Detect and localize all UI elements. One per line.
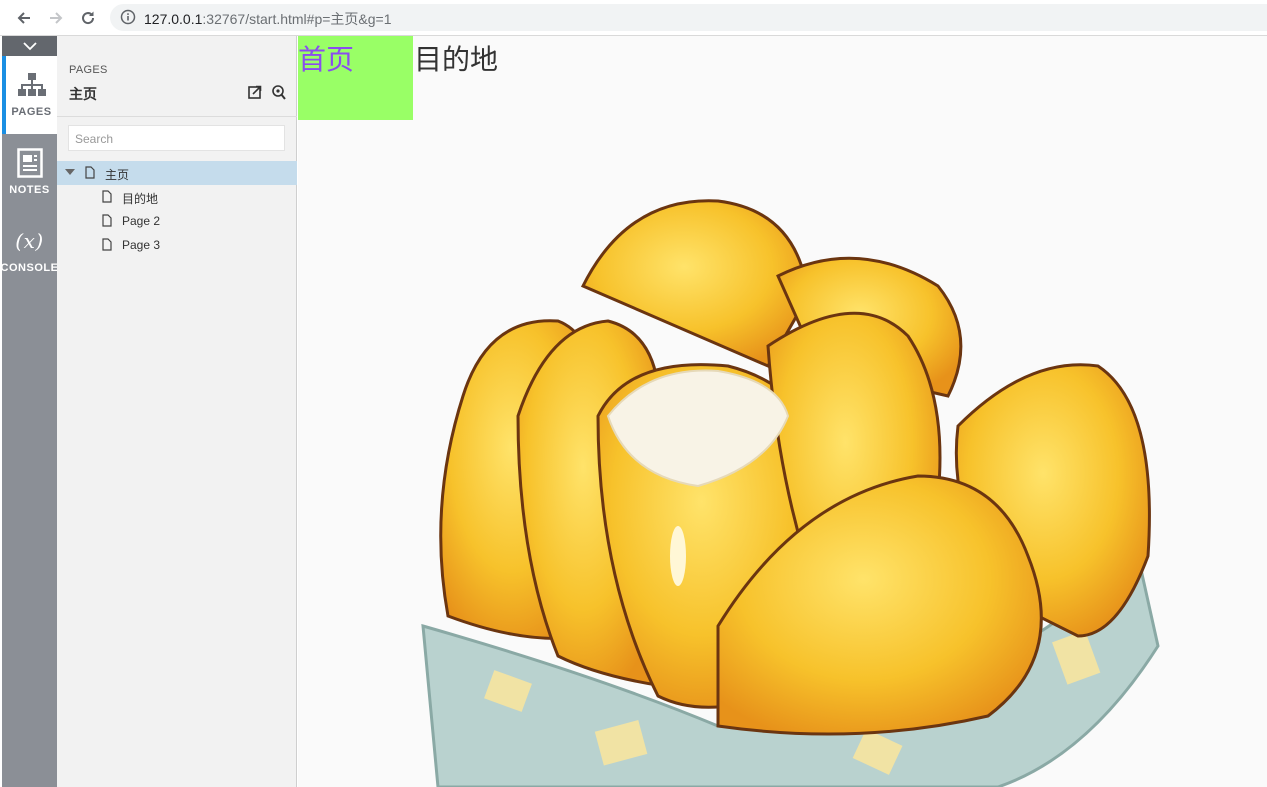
pastry-image [421,199,1160,787]
back-button[interactable] [12,6,36,30]
tree-item-label: 目的地 [122,192,159,206]
reload-icon [82,11,95,25]
info-icon[interactable] [120,9,136,25]
browser-toolbar: 127.0.0.1:32767/start.html#p=主页&g=1 [0,0,1267,36]
arrow-left-icon [17,12,30,24]
page-icon [85,166,95,179]
url-path: :32767/start.html#p=主页&g=1 [202,11,392,27]
rail-tab-notes[interactable]: NOTES [2,134,57,212]
panel-title: 主页 [69,86,97,102]
tree-item-destination[interactable]: 目的地 [57,185,297,209]
tree-item-home[interactable]: 主页 [57,161,297,185]
map-pin-icon[interactable] [271,84,287,100]
tree-item-label: Page 3 [122,238,161,252]
url-text: 127.0.0.1:32767/start.html#p=主页&g=1 [144,9,392,29]
rail-tab-pages-label: PAGES [11,106,52,118]
sidebar-rail: PAGES NOTES (x) CONSOLE [0,36,59,787]
search-input[interactable]: Search [68,125,285,151]
panel-divider [57,116,297,117]
variable-icon: (x) [15,226,45,256]
rail-tab-notes-label: NOTES [9,184,50,196]
tree-item-page-2[interactable]: Page 2 [57,209,297,233]
url-host: 127.0.0.1 [144,11,203,27]
address-bar[interactable]: 127.0.0.1:32767/start.html#p=主页&g=1 [110,4,1267,31]
page-icon [102,190,112,203]
chevron-down-icon[interactable] [65,169,75,175]
sitemap-icon [17,70,47,100]
forward-button[interactable] [44,6,68,30]
prototype-canvas: 首页 目的地 [298,36,1267,787]
panel-caption: PAGES [69,64,108,76]
tree-item-label: 主页 [105,168,130,182]
chevron-down-icon [22,42,37,51]
reload-button[interactable] [76,6,100,30]
page-icon [102,238,112,251]
notes-icon [15,148,45,178]
home-link[interactable]: 首页 [298,36,413,120]
rail-tab-console[interactable]: (x) CONSOLE [0,212,59,290]
arrow-right-icon [50,12,63,24]
tree-item-label: Page 2 [122,214,161,228]
collapse-toggle[interactable] [2,36,57,56]
variable-glyph: (x) [15,229,44,253]
pages-panel: PAGES 主页 Search 主页 目的地 Page 2 Page 3 [57,36,297,787]
tree-item-page-3[interactable]: Page 3 [57,233,297,257]
destination-link[interactable]: 目的地 [414,38,498,78]
external-link-icon[interactable] [247,84,263,100]
rail-tab-console-label: CONSOLE [0,262,59,274]
rail-tab-pages[interactable]: PAGES [2,56,57,134]
page-icon [102,214,112,227]
